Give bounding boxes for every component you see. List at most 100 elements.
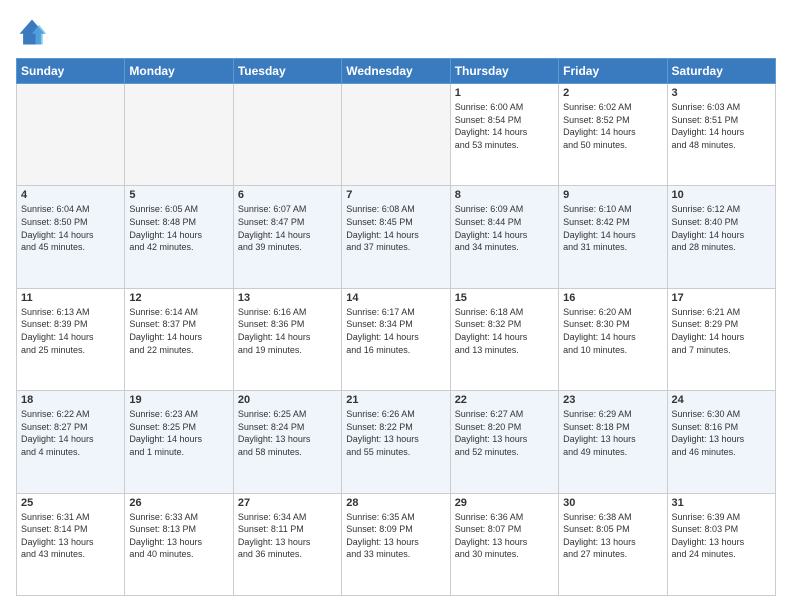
day-info: Sunrise: 6:21 AM Sunset: 8:29 PM Dayligh… [672, 306, 771, 356]
day-number: 13 [238, 292, 337, 304]
day-number: 26 [129, 497, 228, 509]
day-number: 23 [563, 394, 662, 406]
calendar-cell: 21 Sunrise: 6:26 AM Sunset: 8:22 PM Dayli… [342, 391, 450, 493]
day-number: 29 [455, 497, 554, 509]
day-number: 14 [346, 292, 445, 304]
day-number: 3 [672, 87, 771, 99]
calendar-header: SundayMondayTuesdayWednesdayThursdayFrid… [17, 59, 776, 84]
day-number: 28 [346, 497, 445, 509]
day-number: 16 [563, 292, 662, 304]
day-number: 30 [563, 497, 662, 509]
calendar-cell: 13 Sunrise: 6:16 AM Sunset: 8:36 PM Dayli… [233, 288, 341, 390]
day-number: 20 [238, 394, 337, 406]
day-info: Sunrise: 6:22 AM Sunset: 8:27 PM Dayligh… [21, 408, 120, 458]
day-number: 15 [455, 292, 554, 304]
day-info: Sunrise: 6:38 AM Sunset: 8:05 PM Dayligh… [563, 511, 662, 561]
day-number: 9 [563, 189, 662, 201]
page: SundayMondayTuesdayWednesdayThursdayFrid… [0, 0, 792, 612]
header-monday: Monday [125, 59, 233, 84]
day-info: Sunrise: 6:13 AM Sunset: 8:39 PM Dayligh… [21, 306, 120, 356]
calendar-cell: 4Sunrise: 6:04 AM Sunset: 8:50 PM Daylig… [17, 186, 125, 288]
day-info: Sunrise: 6:33 AM Sunset: 8:13 PM Dayligh… [129, 511, 228, 561]
week-row-4: 25Sunrise: 6:31 AM Sunset: 8:14 PM Dayli… [17, 493, 776, 595]
day-info: Sunrise: 6:07 AM Sunset: 8:47 PM Dayligh… [238, 203, 337, 253]
calendar-cell: 14Sunrise: 6:17 AM Sunset: 8:34 PM Dayli… [342, 288, 450, 390]
calendar-cell: 31 Sunrise: 6:39 AM Sunset: 8:03 PM Dayli… [667, 493, 775, 595]
calendar-cell: 17 Sunrise: 6:21 AM Sunset: 8:29 PM Dayli… [667, 288, 775, 390]
week-row-2: 11 Sunrise: 6:13 AM Sunset: 8:39 PM Dayli… [17, 288, 776, 390]
calendar-cell: 3 Sunrise: 6:03 AM Sunset: 8:51 PM Daylig… [667, 84, 775, 186]
day-info: Sunrise: 6:35 AM Sunset: 8:09 PM Dayligh… [346, 511, 445, 561]
header-row: SundayMondayTuesdayWednesdayThursdayFrid… [17, 59, 776, 84]
day-number: 22 [455, 394, 554, 406]
day-info: Sunrise: 6:34 AM Sunset: 8:11 PM Dayligh… [238, 511, 337, 561]
calendar-cell: 28 Sunrise: 6:35 AM Sunset: 8:09 PM Dayli… [342, 493, 450, 595]
day-number: 27 [238, 497, 337, 509]
calendar-cell: 18 Sunrise: 6:22 AM Sunset: 8:27 PM Dayli… [17, 391, 125, 493]
calendar-cell: 22 Sunrise: 6:27 AM Sunset: 8:20 PM Dayli… [450, 391, 558, 493]
day-number: 19 [129, 394, 228, 406]
calendar-cell: 25Sunrise: 6:31 AM Sunset: 8:14 PM Dayli… [17, 493, 125, 595]
day-info: Sunrise: 6:00 AM Sunset: 8:54 PM Dayligh… [455, 101, 554, 151]
week-row-1: 4Sunrise: 6:04 AM Sunset: 8:50 PM Daylig… [17, 186, 776, 288]
header-wednesday: Wednesday [342, 59, 450, 84]
day-number: 21 [346, 394, 445, 406]
day-info: Sunrise: 6:02 AM Sunset: 8:52 PM Dayligh… [563, 101, 662, 151]
day-number: 5 [129, 189, 228, 201]
calendar-cell [342, 84, 450, 186]
calendar-cell: 8 Sunrise: 6:09 AM Sunset: 8:44 PM Daylig… [450, 186, 558, 288]
logo [16, 16, 52, 48]
logo-icon [16, 16, 48, 48]
calendar-cell: 23 Sunrise: 6:29 AM Sunset: 8:18 PM Dayli… [559, 391, 667, 493]
day-number: 31 [672, 497, 771, 509]
day-number: 6 [238, 189, 337, 201]
day-info: Sunrise: 6:25 AM Sunset: 8:24 PM Dayligh… [238, 408, 337, 458]
calendar-cell: 30 Sunrise: 6:38 AM Sunset: 8:05 PM Dayli… [559, 493, 667, 595]
calendar-body: 1 Sunrise: 6:00 AM Sunset: 8:54 PM Daylig… [17, 84, 776, 596]
calendar-cell: 9 Sunrise: 6:10 AM Sunset: 8:42 PM Daylig… [559, 186, 667, 288]
calendar-table: SundayMondayTuesdayWednesdayThursdayFrid… [16, 58, 776, 596]
day-info: Sunrise: 6:05 AM Sunset: 8:48 PM Dayligh… [129, 203, 228, 253]
day-info: Sunrise: 6:09 AM Sunset: 8:44 PM Dayligh… [455, 203, 554, 253]
day-info: Sunrise: 6:23 AM Sunset: 8:25 PM Dayligh… [129, 408, 228, 458]
day-info: Sunrise: 6:27 AM Sunset: 8:20 PM Dayligh… [455, 408, 554, 458]
day-number: 17 [672, 292, 771, 304]
header-tuesday: Tuesday [233, 59, 341, 84]
calendar-cell: 20 Sunrise: 6:25 AM Sunset: 8:24 PM Dayli… [233, 391, 341, 493]
calendar-cell: 27 Sunrise: 6:34 AM Sunset: 8:11 PM Dayli… [233, 493, 341, 595]
calendar-cell: 19 Sunrise: 6:23 AM Sunset: 8:25 PM Dayli… [125, 391, 233, 493]
day-number: 24 [672, 394, 771, 406]
week-row-3: 18 Sunrise: 6:22 AM Sunset: 8:27 PM Dayli… [17, 391, 776, 493]
day-number: 12 [129, 292, 228, 304]
day-number: 18 [21, 394, 120, 406]
header-thursday: Thursday [450, 59, 558, 84]
calendar-cell: 16 Sunrise: 6:20 AM Sunset: 8:30 PM Dayli… [559, 288, 667, 390]
calendar-cell [125, 84, 233, 186]
calendar-cell: 15Sunrise: 6:18 AM Sunset: 8:32 PM Dayli… [450, 288, 558, 390]
day-info: Sunrise: 6:39 AM Sunset: 8:03 PM Dayligh… [672, 511, 771, 561]
header-sunday: Sunday [17, 59, 125, 84]
day-number: 25 [21, 497, 120, 509]
day-number: 8 [455, 189, 554, 201]
day-info: Sunrise: 6:30 AM Sunset: 8:16 PM Dayligh… [672, 408, 771, 458]
day-info: Sunrise: 6:26 AM Sunset: 8:22 PM Dayligh… [346, 408, 445, 458]
day-number: 11 [21, 292, 120, 304]
calendar-cell: 24 Sunrise: 6:30 AM Sunset: 8:16 PM Dayli… [667, 391, 775, 493]
day-number: 1 [455, 87, 554, 99]
day-info: Sunrise: 6:03 AM Sunset: 8:51 PM Dayligh… [672, 101, 771, 151]
day-number: 7 [346, 189, 445, 201]
week-row-0: 1 Sunrise: 6:00 AM Sunset: 8:54 PM Daylig… [17, 84, 776, 186]
day-number: 10 [672, 189, 771, 201]
calendar-cell: 7Sunrise: 6:08 AM Sunset: 8:45 PM Daylig… [342, 186, 450, 288]
day-info: Sunrise: 6:10 AM Sunset: 8:42 PM Dayligh… [563, 203, 662, 253]
day-info: Sunrise: 6:29 AM Sunset: 8:18 PM Dayligh… [563, 408, 662, 458]
day-info: Sunrise: 6:14 AM Sunset: 8:37 PM Dayligh… [129, 306, 228, 356]
calendar-cell [233, 84, 341, 186]
day-info: Sunrise: 6:16 AM Sunset: 8:36 PM Dayligh… [238, 306, 337, 356]
calendar-cell: 10Sunrise: 6:12 AM Sunset: 8:40 PM Dayli… [667, 186, 775, 288]
calendar-cell: 29Sunrise: 6:36 AM Sunset: 8:07 PM Dayli… [450, 493, 558, 595]
header-saturday: Saturday [667, 59, 775, 84]
day-info: Sunrise: 6:20 AM Sunset: 8:30 PM Dayligh… [563, 306, 662, 356]
day-info: Sunrise: 6:04 AM Sunset: 8:50 PM Dayligh… [21, 203, 120, 253]
header [16, 16, 776, 48]
